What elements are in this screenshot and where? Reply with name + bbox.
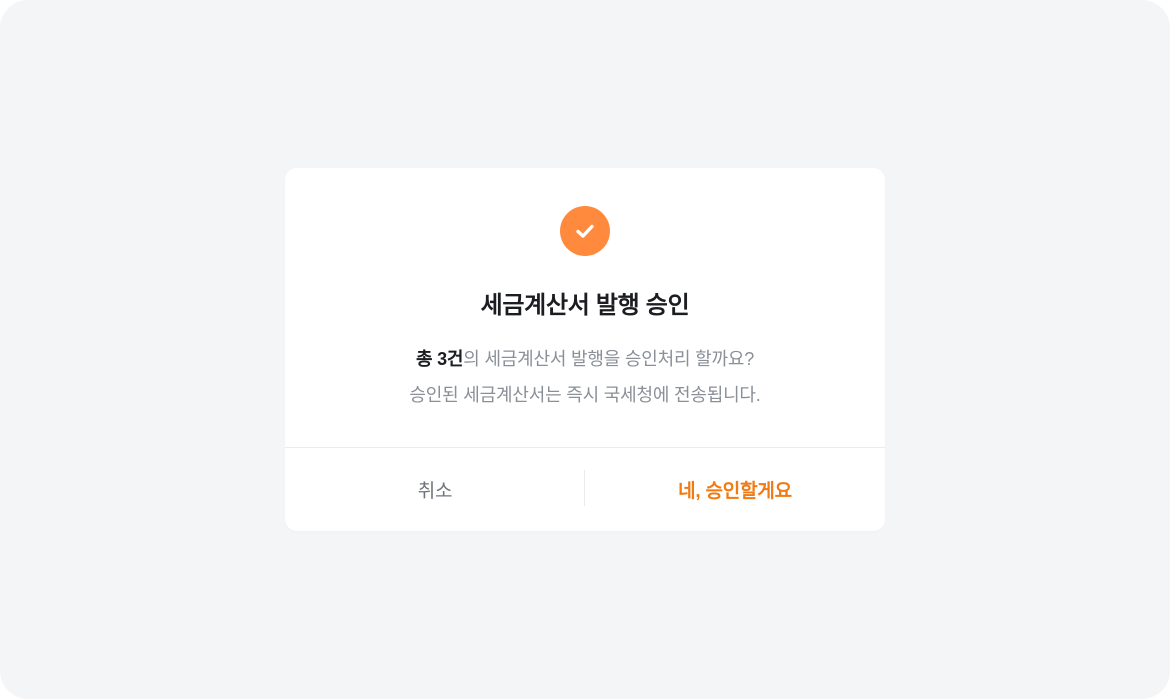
approval-dialog: 세금계산서 발행 승인 총 3건의 세금계산서 발행을 승인처리 할까요? 승인… bbox=[285, 168, 885, 531]
message-line-1-text: 의 세금계산서 발행을 승인처리 할까요? bbox=[463, 349, 755, 369]
confirm-approve-button[interactable]: 네, 승인할게요 bbox=[585, 448, 885, 531]
message-line-2: 승인된 세금계산서는 즉시 국세청에 전송됩니다. bbox=[409, 385, 761, 405]
page-background: 세금계산서 발행 승인 총 3건의 세금계산서 발행을 승인처리 할까요? 승인… bbox=[0, 0, 1170, 699]
dialog-message: 총 3건의 세금계산서 발행을 승인처리 할까요? 승인된 세금계산서는 즉시 … bbox=[285, 341, 885, 413]
dialog-title: 세금계산서 발행 승인 bbox=[480, 292, 690, 319]
message-line-1: 총 3건의 세금계산서 발행을 승인처리 할까요? bbox=[285, 341, 885, 377]
dialog-actions: 취소 네, 승인할게요 bbox=[285, 448, 885, 531]
cancel-button[interactable]: 취소 bbox=[285, 448, 585, 531]
button-separator bbox=[584, 470, 585, 506]
check-icon bbox=[576, 224, 594, 238]
check-circle-icon bbox=[560, 206, 610, 256]
approval-count: 총 3건 bbox=[415, 349, 464, 369]
